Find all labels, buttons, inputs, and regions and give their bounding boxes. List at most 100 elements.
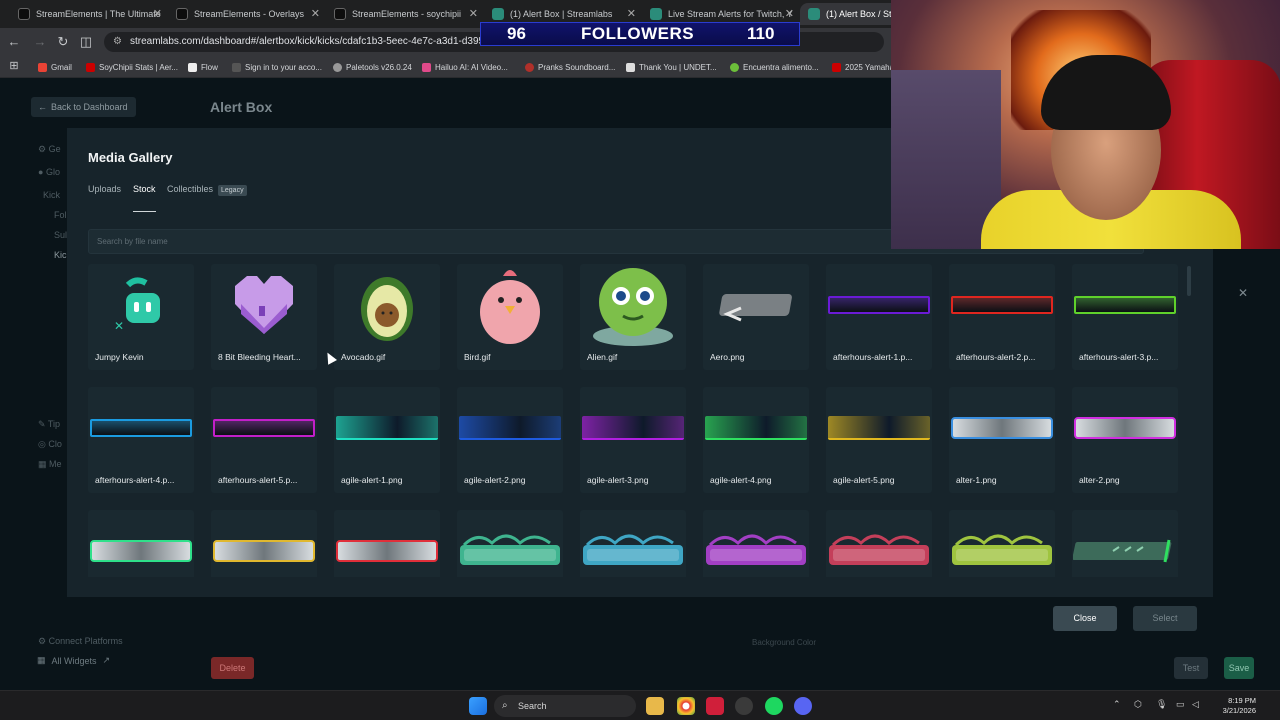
media-item[interactable] (334, 510, 440, 577)
media-thumbnail (211, 387, 317, 469)
browser-tab[interactable]: StreamElements | The Ultimate ✕ (10, 3, 168, 25)
save-button[interactable]: Save (1224, 657, 1254, 679)
close-tab-icon[interactable]: ✕ (469, 7, 478, 20)
bookmark[interactable]: Flow (188, 59, 218, 75)
media-item[interactable]: afterhours-alert-3.p... (1072, 264, 1178, 370)
all-widgets-link[interactable]: ▦ All Widgets ↗ (37, 655, 110, 666)
tab-collectibles[interactable]: Collectibles (167, 184, 213, 194)
sidebar-icon[interactable]: ◫ (78, 34, 94, 50)
sidebar-item[interactable]: ▦ Me (38, 459, 62, 470)
grid-icon: ▦ (37, 655, 46, 665)
bookmark[interactable]: Hailuo AI: AI Video... (422, 59, 508, 75)
media-item[interactable]: ✕ Jumpy Kevin (88, 264, 194, 370)
discord-icon[interactable] (794, 697, 812, 715)
sidebar-item[interactable]: ● Glo (38, 167, 60, 177)
bookmark-icon (832, 62, 841, 72)
delete-button[interactable]: Delete (211, 657, 254, 679)
media-item[interactable] (88, 510, 194, 577)
browser-tab[interactable]: StreamElements - Overlays ✕ (168, 3, 326, 25)
followers-goal-banner: 96 FOLLOWERS 110 (480, 22, 800, 46)
media-item[interactable]: Avocado.gif (334, 264, 440, 370)
select-button[interactable]: Select (1133, 606, 1197, 631)
bookmark-icon (626, 62, 635, 72)
media-item[interactable] (580, 510, 686, 577)
media-item[interactable]: afterhours-alert-2.p... (949, 264, 1055, 370)
media-item[interactable] (703, 510, 809, 577)
media-thumbnail (580, 264, 686, 346)
media-item[interactable]: alter-2.png (1072, 387, 1178, 493)
tab-uploads[interactable]: Uploads (88, 184, 121, 194)
media-item[interactable] (826, 510, 932, 577)
sidebar-item[interactable]: ✎ Tip (38, 419, 60, 430)
bookmark[interactable]: Sign in to your acco... (232, 59, 322, 75)
bookmark[interactable]: Pranks Soundboard... (525, 59, 615, 75)
media-thumbnail (703, 264, 809, 346)
close-tab-icon[interactable]: ✕ (153, 7, 162, 20)
file-explorer-icon[interactable] (646, 697, 664, 715)
close-icon[interactable]: ✕ (1238, 286, 1248, 300)
close-tab-icon[interactable]: ✕ (785, 7, 794, 20)
streamlabs-icon (650, 8, 662, 20)
reload-icon[interactable]: ↻ (55, 34, 71, 50)
media-item[interactable] (949, 510, 1055, 577)
sidebar-item[interactable]: ⚙ Ge (38, 144, 61, 155)
media-item[interactable]: agile-alert-4.png (703, 387, 809, 493)
bookmark[interactable]: 2025 Yamaha (832, 59, 894, 75)
connect-platforms-link[interactable]: ⚙ Connect Platforms (38, 636, 123, 647)
scrollbar[interactable] (1187, 266, 1191, 296)
back-icon[interactable]: ← (6, 34, 22, 50)
bookmark[interactable]: Gmail (38, 59, 72, 75)
close-tab-icon[interactable]: ✕ (311, 7, 320, 20)
test-button[interactable]: Test (1174, 657, 1208, 679)
media-item[interactable]: agile-alert-1.png (334, 387, 440, 493)
app-tray-icon[interactable]: ⬡ (1134, 699, 1142, 710)
media-item[interactable]: agile-alert-5.png (826, 387, 932, 493)
media-item[interactable] (457, 510, 563, 577)
microphone-icon[interactable]: 🎙 (1156, 699, 1167, 710)
windows-start-icon[interactable] (469, 697, 487, 715)
bookmark[interactable]: Encuentra alimento... (730, 59, 819, 75)
sidebar-item[interactable]: ◎ Clo (38, 439, 62, 450)
tab-stock[interactable]: Stock (133, 184, 156, 194)
volume-icon[interactable]: ◁ (1192, 699, 1199, 710)
media-item[interactable]: 8 Bit Bleeding Heart... (211, 264, 317, 370)
media-item-name: Alien.gif (587, 352, 618, 362)
system-clock[interactable]: 8:19 PM 3/21/2026 (1210, 696, 1256, 716)
back-to-dashboard-button[interactable]: ← Back to Dashboard (31, 97, 136, 117)
media-item[interactable]: Alien.gif (580, 264, 686, 370)
apps-grid-icon[interactable]: ⊞ (6, 58, 22, 74)
bookmark[interactable]: Thank You | UNDET... (626, 59, 717, 75)
wifi-icon[interactable]: ▭ (1176, 699, 1185, 710)
chevron-up-icon[interactable]: ⌃ (1113, 699, 1121, 710)
chrome-icon[interactable] (677, 697, 695, 715)
sidebar-item[interactable]: Kick (43, 190, 60, 200)
media-item[interactable]: alter-1.png (949, 387, 1055, 493)
svg-text:✕: ✕ (114, 319, 124, 333)
active-tab-indicator (133, 211, 156, 212)
media-item[interactable]: agile-alert-2.png (457, 387, 563, 493)
media-item[interactable]: agile-alert-3.png (580, 387, 686, 493)
media-item-name: afterhours-alert-5.p... (218, 475, 298, 485)
app-icon[interactable] (706, 697, 724, 715)
sidebar-item[interactable]: Kic (54, 250, 67, 260)
media-item[interactable]: afterhours-alert-5.p... (211, 387, 317, 493)
media-item[interactable]: afterhours-alert-4.p... (88, 387, 194, 493)
browser-tab[interactable]: StreamElements - soychipii ✕ (326, 3, 484, 25)
media-item[interactable] (211, 510, 317, 577)
bookmark[interactable]: SoyChipii Stats | Aer... (86, 59, 178, 75)
taskbar-search[interactable]: ⌕ Search (494, 695, 636, 717)
forward-icon[interactable]: → (32, 34, 48, 50)
obs-icon[interactable] (735, 697, 753, 715)
media-item[interactable]: Bird.gif (457, 264, 563, 370)
sidebar-item[interactable]: Sul (54, 230, 67, 240)
close-button[interactable]: Close (1053, 606, 1117, 631)
sidebar-item[interactable]: Fol (54, 210, 67, 220)
media-item[interactable]: Aero.png (703, 264, 809, 370)
media-item[interactable]: afterhours-alert-1.p... (826, 264, 932, 370)
media-item[interactable] (1072, 510, 1178, 577)
spotify-icon[interactable] (765, 697, 783, 715)
site-info-icon[interactable]: ⚙ (113, 32, 122, 52)
close-tab-icon[interactable]: ✕ (627, 7, 636, 20)
media-item-name: alter-1.png (956, 475, 997, 485)
bookmark[interactable]: Paletools v26.0.24 (333, 59, 412, 75)
